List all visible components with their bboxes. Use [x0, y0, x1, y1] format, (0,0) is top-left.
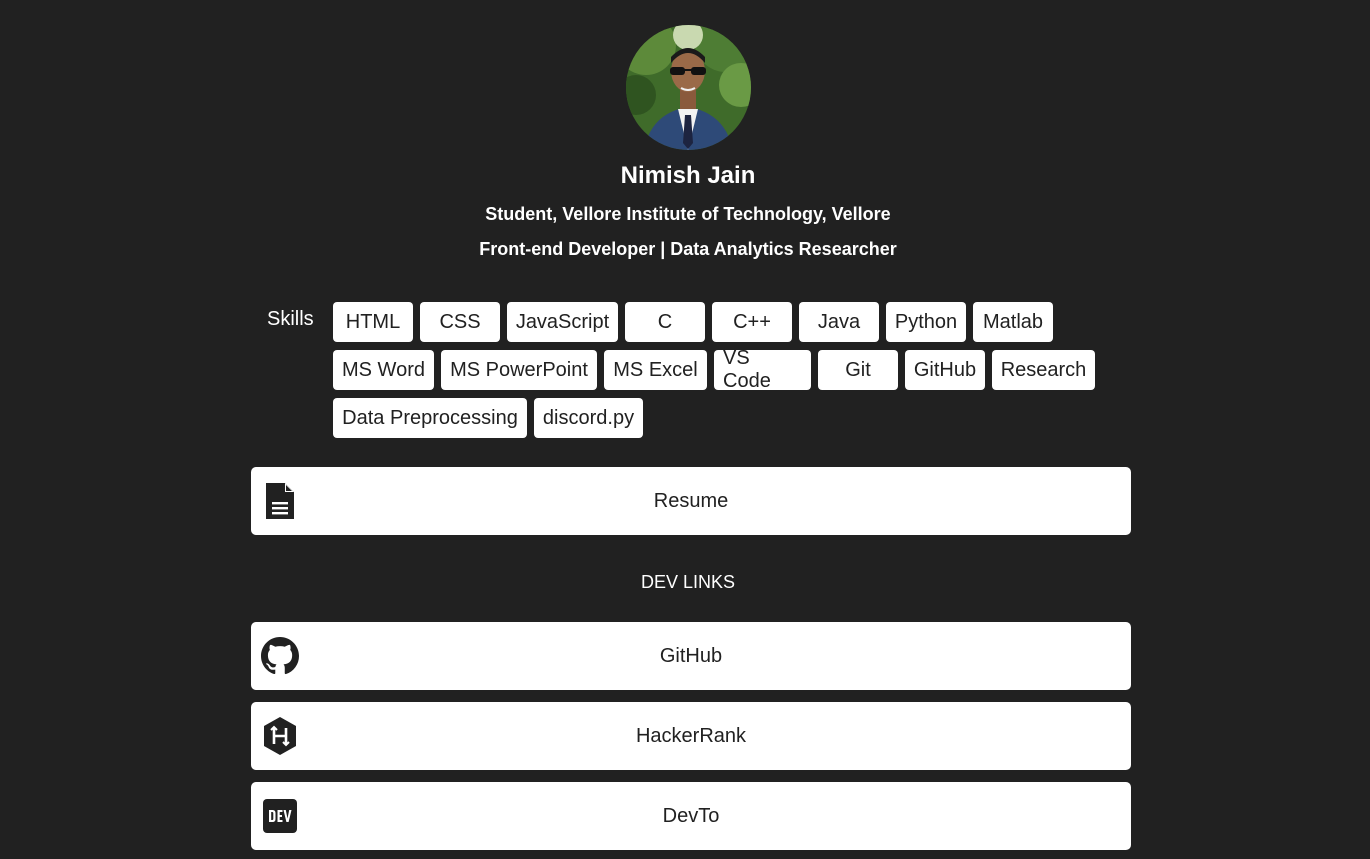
- profile-subtitle-roles: Front-end Developer | Data Analytics Res…: [479, 239, 897, 259]
- hackerrank-label: HackerRank: [635, 725, 747, 747]
- dev-links-heading: DEV LINKS: [640, 572, 736, 592]
- skill-chip: MS Word: [333, 350, 434, 390]
- profile-name: Nimish Jain: [620, 162, 756, 189]
- skill-chip: MS PowerPoint: [441, 350, 597, 390]
- skill-chip: C: [625, 302, 705, 342]
- skills-label: Skills: [267, 308, 314, 330]
- resume-link[interactable]: Resume: [251, 467, 1131, 535]
- devto-label: DevTo: [662, 805, 720, 827]
- skill-chip: Java: [799, 302, 879, 342]
- profile-subtitle-institution: Student, Vellore Institute of Technology…: [485, 204, 891, 224]
- github-link[interactable]: GitHub: [251, 622, 1131, 690]
- skill-chip: discord.py: [534, 398, 643, 438]
- skill-chip: JavaScript: [507, 302, 618, 342]
- profile-page: Nimish Jain Student, Vellore Institute o…: [0, 0, 1370, 859]
- hackerrank-link[interactable]: HackerRank: [251, 702, 1131, 770]
- skill-chip: HTML: [333, 302, 413, 342]
- skill-chip: MS Excel: [604, 350, 707, 390]
- skill-chip: Python: [886, 302, 966, 342]
- devto-link[interactable]: DevTo: [251, 782, 1131, 850]
- skill-chip: Data Preprocessing: [333, 398, 527, 438]
- github-label: GitHub: [659, 645, 723, 667]
- skill-chip: CSS: [420, 302, 500, 342]
- resume-label: Resume: [653, 490, 729, 512]
- skill-chip: Matlab: [973, 302, 1053, 342]
- skill-chip: VS Code: [714, 347, 811, 392]
- skill-chip: Git: [818, 350, 898, 390]
- skill-chip: GitHub: [905, 350, 985, 390]
- skills-list: HTML CSS JavaScript C C++ Java Python Ma…: [333, 302, 1123, 438]
- skill-chip: Research: [992, 350, 1095, 390]
- avatar: [626, 25, 751, 150]
- skill-chip: C++: [712, 302, 792, 342]
